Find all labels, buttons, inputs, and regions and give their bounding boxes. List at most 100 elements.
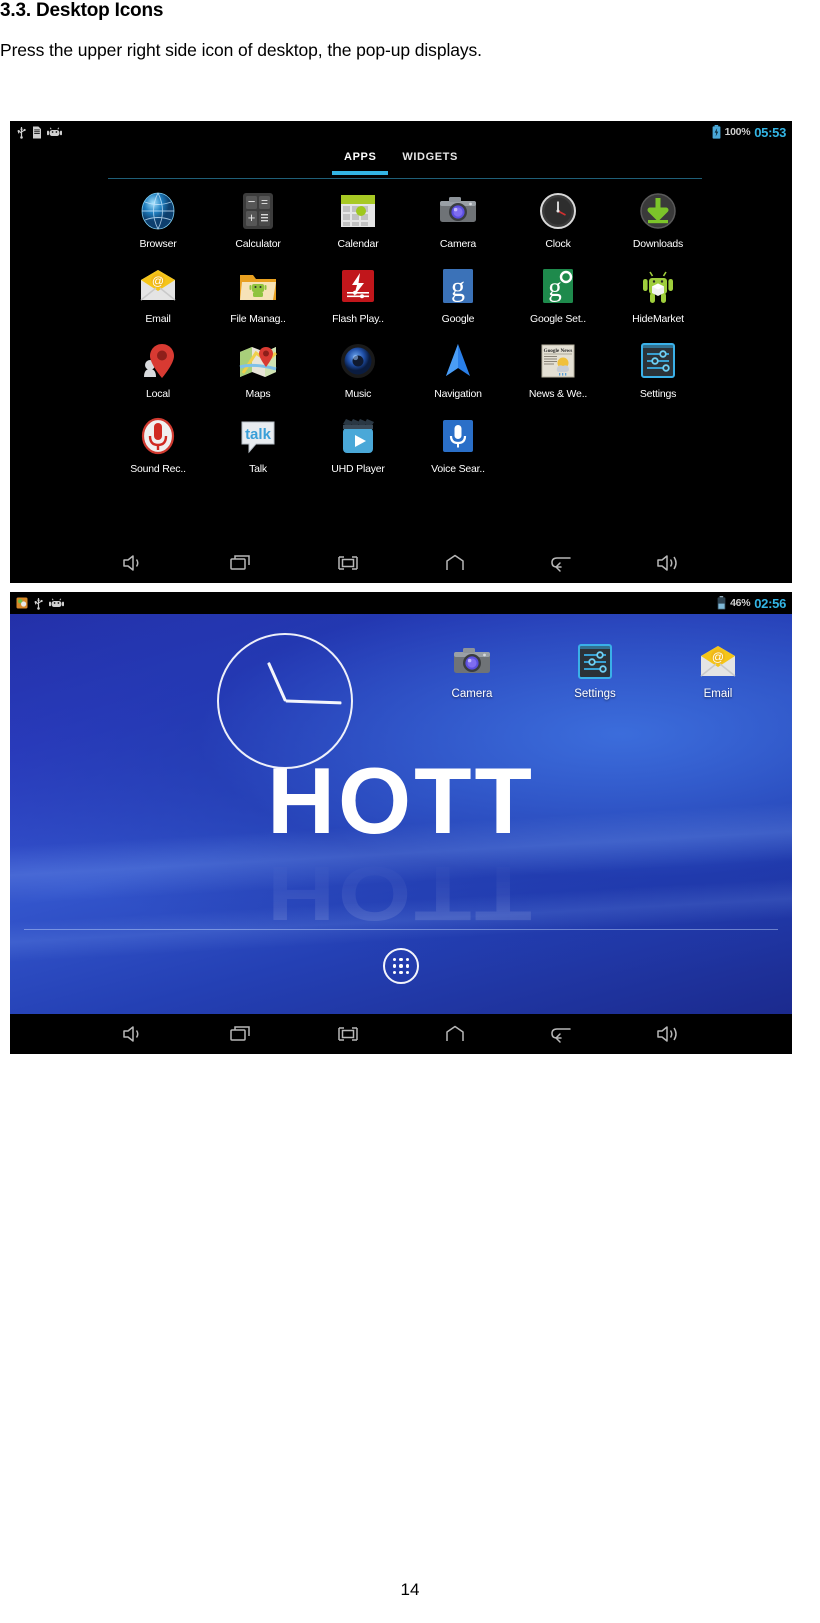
app-item[interactable]: @ Email [108, 264, 208, 325]
app-item[interactable]: Settings [608, 339, 708, 400]
home-shortcut-label: Email [703, 688, 733, 700]
sd-card-icon [33, 126, 41, 138]
app-item[interactable]: Downloads [608, 189, 708, 250]
svg-text:=: = [261, 195, 268, 209]
home-shortcut-label: Settings [574, 688, 616, 700]
drawer-tab-bar: APPS WIDGETS [10, 151, 792, 175]
app-item[interactable]: Camera [408, 189, 508, 250]
tab-widgets[interactable]: WIDGETS [402, 151, 458, 171]
volume-up-icon[interactable] [652, 1021, 686, 1047]
home-icon[interactable] [438, 1021, 472, 1047]
battery-icon [717, 596, 726, 610]
app-label: Settings [639, 388, 677, 400]
news-weather-icon: Google News [536, 339, 580, 383]
app-label: UHD Player [331, 463, 385, 475]
camera-icon [450, 640, 494, 684]
app-label: Calculator [235, 238, 281, 250]
app-item[interactable]: Music [308, 339, 408, 400]
local-pin-icon [136, 339, 180, 383]
app-item[interactable]: HideMarket [608, 264, 708, 325]
tab-divider [108, 178, 702, 179]
app-item[interactable]: Navigation [408, 339, 508, 400]
drawer-status-bar: 100% 05:53 [10, 121, 792, 143]
app-label: Google Set.. [530, 313, 586, 325]
page-description: Press the upper right side icon of deskt… [0, 40, 482, 60]
app-item[interactable]: talk Talk [208, 414, 308, 475]
tab-apps[interactable]: APPS [331, 151, 389, 175]
app-item[interactable]: Voice Sear.. [408, 414, 508, 475]
back-icon[interactable] [545, 1021, 579, 1047]
calculator-icon: − = + [236, 189, 280, 233]
navigation-arrow-icon [436, 339, 480, 383]
email-envelope-icon: @ [696, 640, 740, 684]
app-item[interactable]: g Google [408, 264, 508, 325]
screenshot-icon[interactable] [331, 1021, 365, 1047]
home-status-bar: 46% 02:56 [10, 592, 792, 614]
uhd-player-icon [336, 414, 380, 458]
home-wallpaper: HOTT HOTT Camera Settings @ Email [10, 614, 792, 1014]
home-screen-screenshot: 46% 02:56 HOTT HOTT Camera Settings @ Email [10, 592, 792, 1054]
home-shortcut[interactable]: @ Email [676, 640, 760, 700]
app-label: Navigation [434, 388, 482, 400]
app-item[interactable]: File Manag.. [208, 264, 308, 325]
app-item[interactable]: Calendar [308, 189, 408, 250]
recent-apps-icon[interactable] [224, 550, 258, 576]
app-item[interactable]: − = + Calculator [208, 189, 308, 250]
clock-icon [536, 189, 580, 233]
app-item[interactable]: Flash Play.. [308, 264, 408, 325]
settings-sliders-icon [573, 640, 617, 684]
drawer-status-right: 100% 05:53 [712, 125, 786, 140]
android-robot-icon [49, 597, 64, 607]
app-item[interactable]: UHD Player [308, 414, 408, 475]
app-label: News & We.. [528, 388, 588, 400]
clock-hour-hand [266, 662, 287, 702]
settings-sliders-icon [636, 339, 680, 383]
volume-down-icon[interactable] [117, 1021, 151, 1047]
volume-up-icon[interactable] [652, 550, 686, 576]
screenshot-icon[interactable] [331, 550, 365, 576]
app-item[interactable]: Clock [508, 189, 608, 250]
svg-text:−: − [248, 194, 256, 209]
sound-recorder-mic-icon [136, 414, 180, 458]
svg-text:talk: talk [245, 426, 272, 443]
app-label: Maps [245, 388, 271, 400]
app-drawer-grid-icon[interactable] [383, 948, 419, 984]
app-item[interactable]: Maps [208, 339, 308, 400]
clock-minute-hand [284, 699, 342, 705]
volume-down-icon[interactable] [117, 550, 151, 576]
svg-text:g: g [548, 272, 562, 302]
app-item[interactable]: Local [108, 339, 208, 400]
back-icon[interactable] [545, 550, 579, 576]
home-shortcut[interactable]: Camera [430, 640, 514, 700]
app-label: Calendar [337, 238, 379, 250]
app-item[interactable]: g Google Set.. [508, 264, 608, 325]
music-speaker-icon [336, 339, 380, 383]
android-robot-icon [47, 126, 62, 136]
app-label: Voice Sear.. [431, 463, 485, 475]
recent-apps-icon[interactable] [224, 1021, 258, 1047]
usb-icon [17, 126, 26, 139]
app-item[interactable]: Sound Rec.. [108, 414, 208, 475]
home-shortcut[interactable]: Settings [553, 640, 637, 700]
file-manager-folder-icon [236, 264, 280, 308]
app-label: Google [441, 313, 475, 325]
home-status-right: 46% 02:56 [717, 596, 786, 611]
app-item[interactable]: Browser [108, 189, 208, 250]
app-label: File Manag.. [230, 313, 286, 325]
home-battery-percent: 46% [730, 597, 751, 609]
app-label: Camera [439, 238, 477, 250]
home-shortcut-label: Camera [451, 688, 493, 700]
flash-player-icon [336, 264, 380, 308]
calendar-icon [336, 189, 380, 233]
wallpaper-brand-reflection: HOTT [267, 850, 535, 937]
app-item[interactable]: Google News News & We.. [508, 339, 608, 400]
downloads-arrow-icon [636, 189, 680, 233]
battery-charging-icon [712, 125, 720, 139]
page-number: 14 [400, 1580, 420, 1599]
voice-search-mic-icon [436, 414, 480, 458]
home-icon[interactable] [438, 550, 472, 576]
app-label: Talk [249, 463, 267, 475]
google-g-icon: g [436, 264, 480, 308]
svg-text:+: + [248, 210, 256, 225]
svg-text:g: g [451, 272, 465, 303]
